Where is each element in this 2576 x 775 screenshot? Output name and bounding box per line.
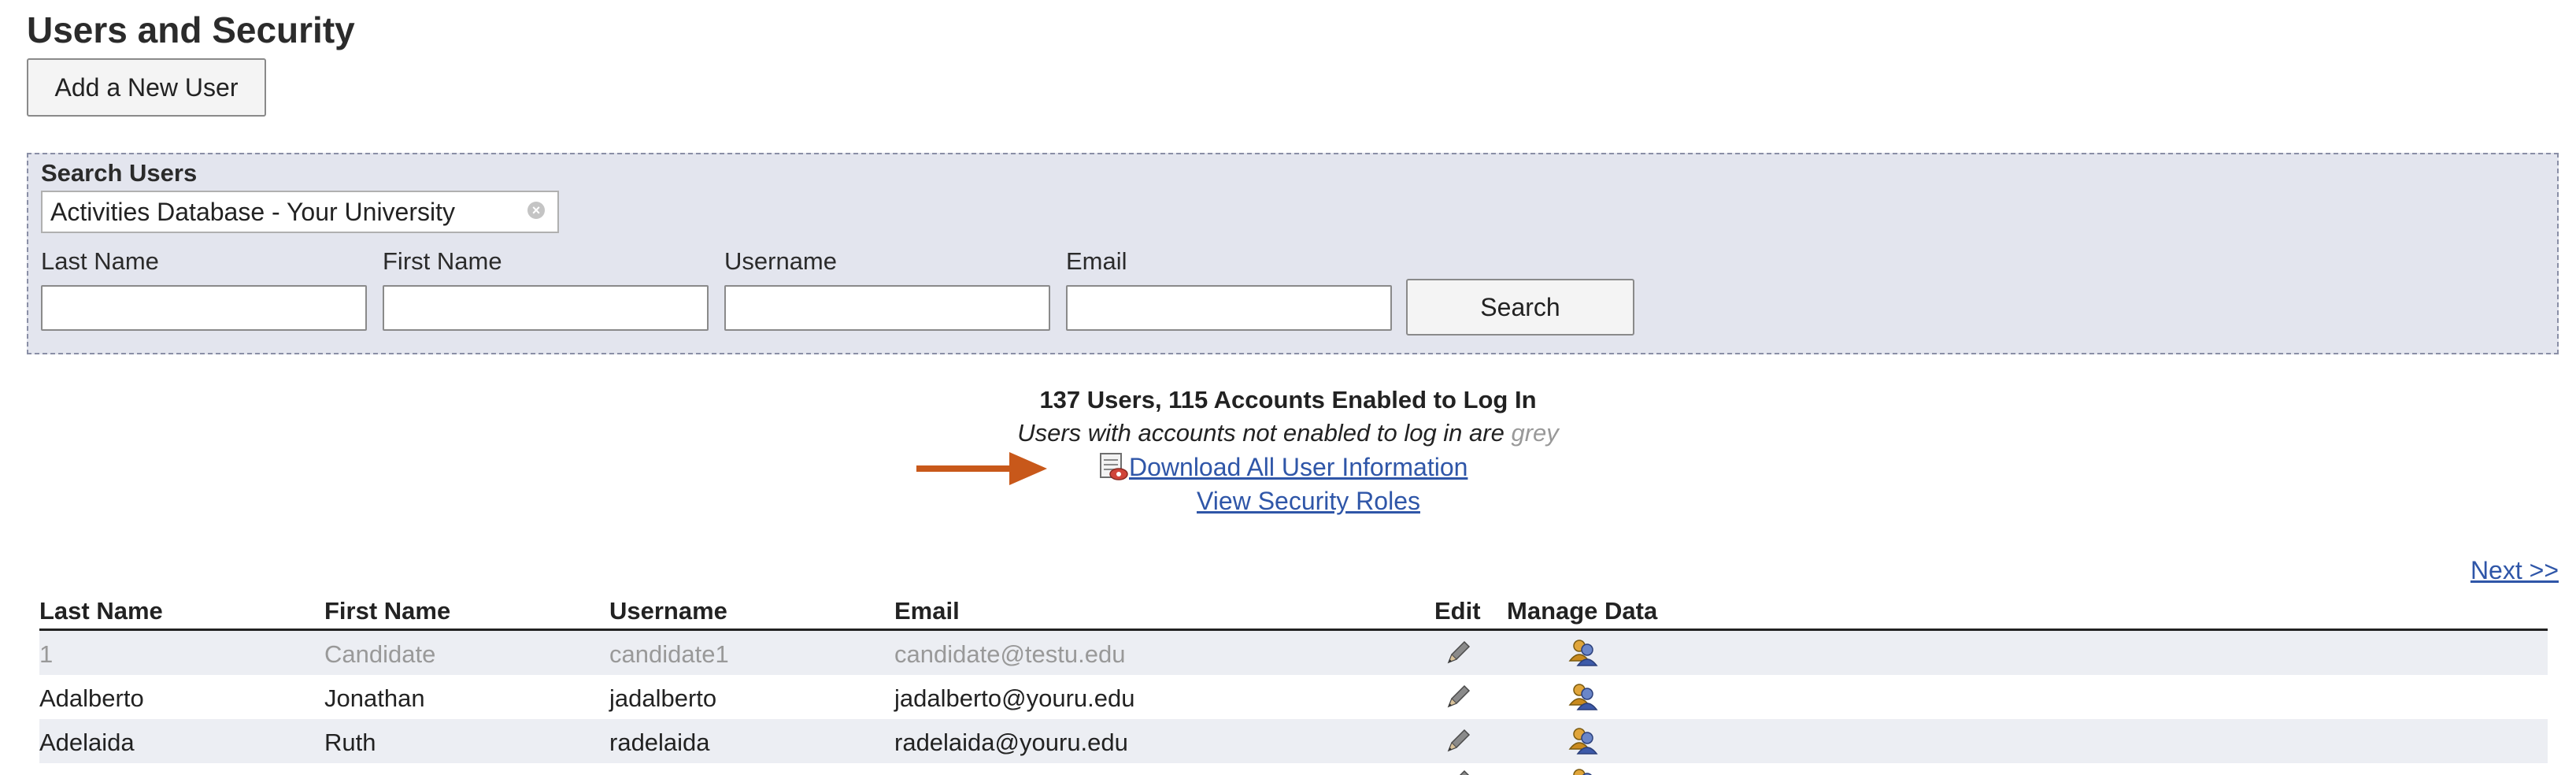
username-label: Username — [724, 247, 837, 275]
search-button[interactable]: Search — [1406, 279, 1634, 336]
table-header: Last Name First Name Username Email Edit… — [39, 595, 2548, 631]
search-heading: Search Users — [41, 159, 198, 187]
grey-word: grey — [1511, 419, 1559, 447]
next-page-link[interactable]: Next >> — [2471, 556, 2559, 584]
users-icon[interactable] — [1567, 766, 1601, 775]
disabled-users-note: Users with accounts not enabled to log i… — [0, 419, 2576, 447]
cell-first-name: Candidate — [324, 640, 436, 668]
first-name-label: First Name — [383, 247, 502, 275]
users-icon[interactable] — [1567, 725, 1601, 757]
table-row: 1 Candidate candidate1 candidate@testu.e… — [39, 631, 2548, 675]
username-input[interactable] — [724, 285, 1050, 331]
view-security-roles-link[interactable]: View Security Roles — [1156, 487, 1420, 515]
pencil-icon[interactable] — [1442, 725, 1474, 757]
cell-username: radelaida — [609, 729, 710, 756]
last-name-label: Last Name — [41, 247, 159, 275]
email-label: Email — [1066, 247, 1127, 275]
users-table: Last Name First Name Username Email Edit… — [39, 595, 2548, 775]
cell-email: jadalberto@youru.edu — [894, 684, 1135, 712]
users-icon[interactable] — [1567, 637, 1601, 669]
download-all-user-info-link[interactable]: Download All User Information — [1129, 453, 1468, 482]
last-name-input[interactable] — [41, 285, 367, 331]
database-select-value: Activities Database - Your University — [50, 197, 455, 226]
cell-last-name: Adelaida — [39, 729, 135, 756]
pencil-icon[interactable] — [1442, 637, 1474, 669]
cell-last-name: Adalberto — [39, 684, 144, 712]
pencil-icon[interactable] — [1442, 681, 1474, 713]
header-email[interactable]: Email — [894, 597, 960, 625]
add-user-button[interactable]: Add a New User — [27, 58, 266, 117]
header-last-name[interactable]: Last Name — [39, 597, 163, 625]
header-edit: Edit — [1434, 597, 1481, 625]
database-select[interactable]: Activities Database - Your University × — [41, 191, 559, 233]
cell-username: jadalberto — [609, 684, 717, 712]
users-security-page: Users and Security Add a New User Search… — [0, 0, 2576, 775]
cell-first-name: Ruth — [324, 729, 376, 756]
email-input[interactable] — [1066, 285, 1392, 331]
table-row: Adalberto Jonathan jadalberto jadalberto… — [39, 675, 2548, 719]
users-icon[interactable] — [1567, 681, 1601, 713]
cell-email: candidate@testu.edu — [894, 640, 1126, 668]
cell-last-name: 1 — [39, 640, 54, 668]
header-username[interactable]: Username — [609, 597, 727, 625]
cell-username: candidate1 — [609, 640, 729, 668]
header-first-name[interactable]: First Name — [324, 597, 450, 625]
table-row-partial — [39, 763, 2548, 775]
first-name-input[interactable] — [383, 285, 709, 331]
orange-arrow-icon — [916, 452, 1047, 485]
disabled-note-text: Users with accounts not enabled to log i… — [1017, 419, 1512, 447]
clear-icon[interactable]: × — [527, 202, 545, 219]
next-page-wrap: Next >> — [2471, 556, 2559, 585]
spreadsheet-download-icon[interactable] — [1099, 452, 1129, 482]
view-security-roles-wrap: View Security Roles — [0, 487, 2576, 516]
page-title: Users and Security — [27, 9, 355, 50]
download-all-link-wrap[interactable]: Download All User Information — [1099, 452, 1468, 482]
cell-email: radelaida@youru.edu — [894, 729, 1128, 756]
table-row: Adelaida Ruth radelaida radelaida@youru.… — [39, 719, 2548, 763]
header-manage-data: Manage Data — [1507, 597, 1658, 625]
search-users-panel: Search Users Activities Database - Your … — [27, 153, 2559, 354]
user-count-summary: 137 Users, 115 Accounts Enabled to Log I… — [1039, 386, 1537, 413]
pencil-icon[interactable] — [1442, 766, 1474, 775]
cell-first-name: Jonathan — [324, 684, 425, 712]
